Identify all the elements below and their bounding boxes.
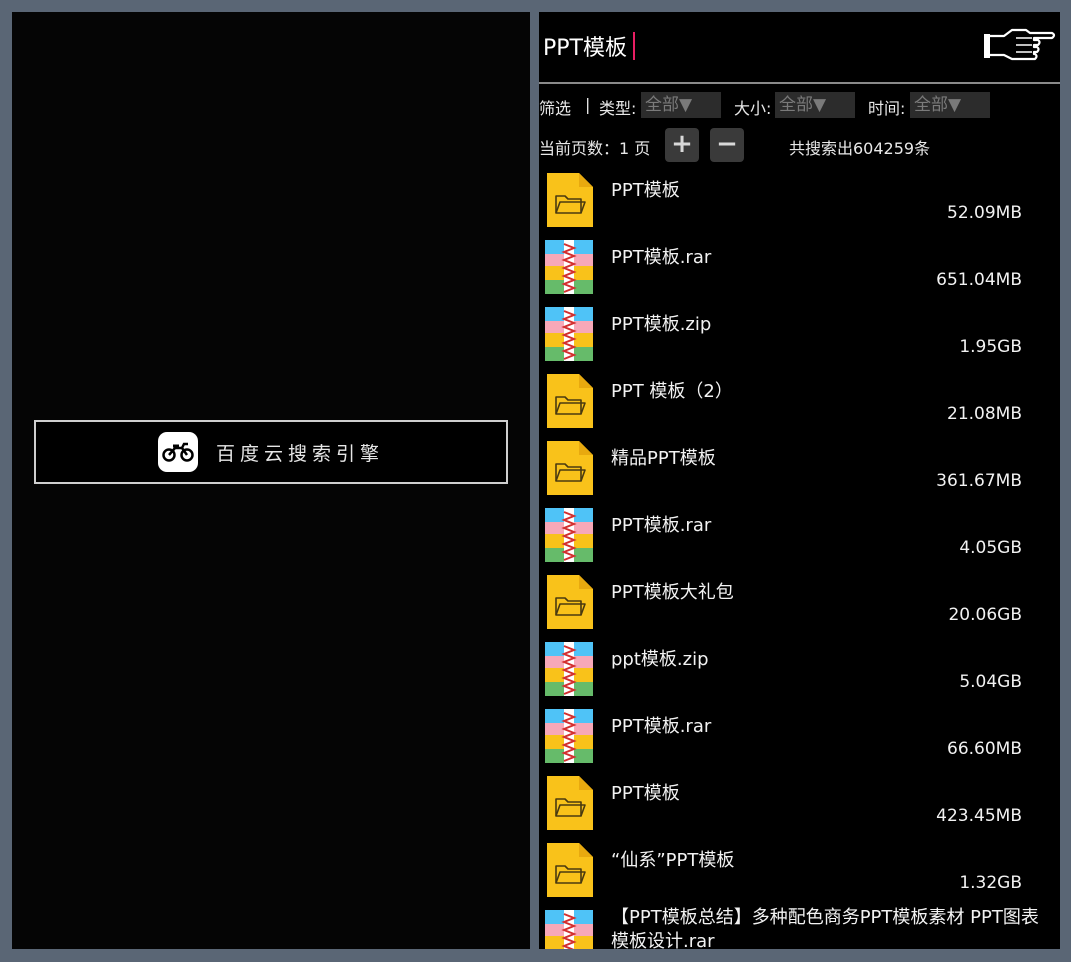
result-name: 精品PPT模板 xyxy=(611,448,716,469)
result-item[interactable]: PPT模板 423.45MB xyxy=(539,772,1060,839)
result-name: “仙系”PPT模板 xyxy=(611,850,735,871)
type-label: 类型: xyxy=(599,99,637,118)
result-size: 1.95GB xyxy=(959,337,1022,357)
filter-label: 筛选 xyxy=(539,99,572,118)
filter-separator: | xyxy=(585,95,591,114)
archive-icon xyxy=(543,238,595,296)
folder-icon xyxy=(543,774,595,832)
page-minus-button[interactable]: − xyxy=(710,128,744,162)
result-size: 21.08MB xyxy=(947,404,1022,424)
archive-icon xyxy=(543,707,595,765)
result-size: 52.09MB xyxy=(947,203,1022,223)
motorcycle-icon xyxy=(157,432,198,472)
folder-icon xyxy=(543,439,595,497)
result-item[interactable]: PPT模板.rar 4.05GB xyxy=(539,504,1060,571)
size-label: 大小: xyxy=(734,99,772,118)
result-name: PPT模板 xyxy=(611,783,680,804)
text-cursor xyxy=(633,32,635,60)
result-name: PPT模板.rar xyxy=(611,247,712,268)
result-count: 共搜索出604259条 xyxy=(789,139,931,158)
result-item[interactable]: PPT模板 52.09MB xyxy=(539,169,1060,236)
result-name: ppt模板.zip xyxy=(611,649,709,670)
time-label: 时间: xyxy=(868,99,906,118)
result-item[interactable]: PPT 模板（2） 21.08MB xyxy=(539,370,1060,437)
result-size: 1.32GB xyxy=(959,873,1022,893)
time-dropdown[interactable]: 全部▼ xyxy=(910,92,990,118)
search-input[interactable] xyxy=(543,24,943,68)
result-name: 【PPT模板总结】多种配色商务PPT模板素材 PPT图表 模板设计.rar xyxy=(611,907,1039,949)
result-size: 66.60MB xyxy=(947,739,1022,759)
pointing-hand-icon[interactable] xyxy=(982,22,1058,66)
size-dropdown[interactable]: 全部▼ xyxy=(775,92,855,118)
result-size: 423.45MB xyxy=(936,806,1022,826)
type-dropdown[interactable]: 全部▼ xyxy=(641,92,721,118)
archive-icon xyxy=(543,908,595,949)
result-name: PPT 模板（2） xyxy=(611,381,733,402)
result-item[interactable]: 精品PPT模板 361.67MB xyxy=(539,437,1060,504)
result-item[interactable]: PPT模板大礼包 20.06GB xyxy=(539,571,1060,638)
search-divider xyxy=(539,82,1060,84)
search-engine-button[interactable]: 百度云搜索引擎 xyxy=(34,420,508,484)
result-size: 651.04MB xyxy=(936,270,1022,290)
search-panel: 筛选 | 类型: 全部▼ 大小: 全部▼ 时间: 全部▼ 当前页数：1 页 + … xyxy=(539,12,1060,949)
result-size: 4.05GB xyxy=(959,538,1022,558)
archive-icon xyxy=(543,506,595,564)
page-plus-button[interactable]: + xyxy=(665,128,699,162)
archive-icon xyxy=(543,640,595,698)
result-name: PPT模板.rar xyxy=(611,515,712,536)
folder-icon xyxy=(543,171,595,229)
folder-icon xyxy=(543,372,595,430)
result-item[interactable]: PPT模板.rar 651.04MB xyxy=(539,236,1060,303)
result-size: 5.04GB xyxy=(959,672,1022,692)
pagination-row: 当前页数：1 页 + − 共搜索出604259条 xyxy=(539,128,1060,162)
engine-label: 百度云搜索引擎 xyxy=(215,442,384,465)
filter-row: 筛选 | 类型: 全部▼ 大小: 全部▼ 时间: 全部▼ xyxy=(539,92,1060,118)
current-page-text: 当前页数：1 页 xyxy=(539,139,651,158)
result-size: 361.67MB xyxy=(936,471,1022,491)
result-item[interactable]: PPT模板.zip 1.95GB xyxy=(539,303,1060,370)
folder-icon xyxy=(543,841,595,899)
result-item[interactable]: ppt模板.zip 5.04GB xyxy=(539,638,1060,705)
result-name: PPT模板.rar xyxy=(611,716,712,737)
left-panel: 百度云搜索引擎 xyxy=(12,12,530,949)
search-bar xyxy=(539,12,1060,82)
result-name: PPT模板.zip xyxy=(611,314,712,335)
result-item[interactable]: “仙系”PPT模板 1.32GB xyxy=(539,839,1060,906)
archive-icon xyxy=(543,305,595,363)
folder-icon xyxy=(543,573,595,631)
result-name: PPT模板 xyxy=(611,180,680,201)
result-size: 20.06GB xyxy=(948,605,1022,625)
result-item[interactable]: 【PPT模板总结】多种配色商务PPT模板素材 PPT图表 模板设计.rar xyxy=(539,906,1060,949)
result-item[interactable]: PPT模板.rar 66.60MB xyxy=(539,705,1060,772)
result-name: PPT模板大礼包 xyxy=(611,582,734,603)
